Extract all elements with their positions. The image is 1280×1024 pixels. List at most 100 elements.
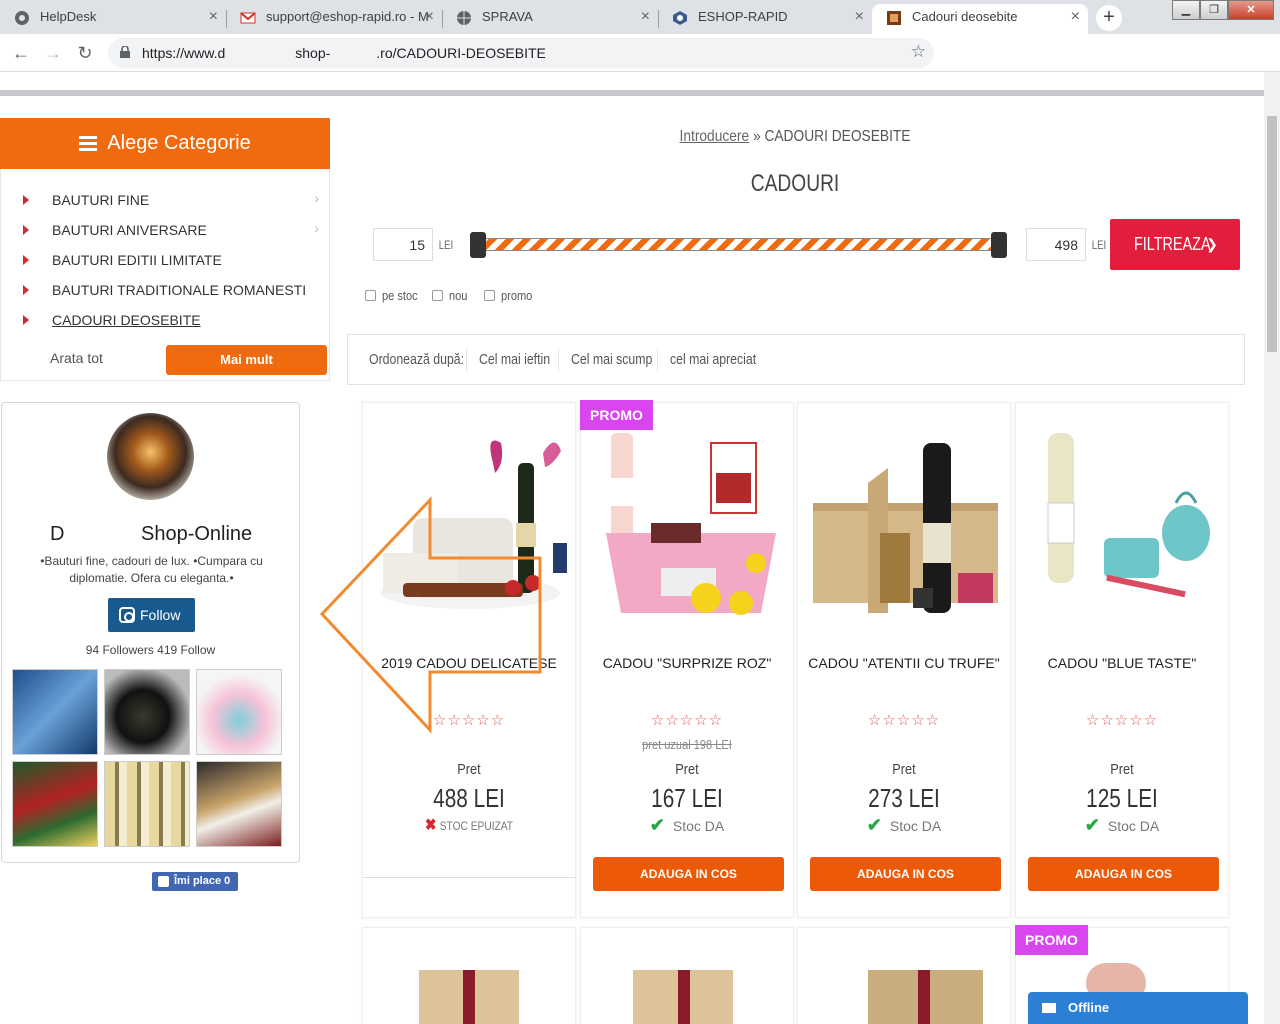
old-price: pret uzual 198 LEI	[642, 737, 732, 752]
product-card[interactable]	[362, 927, 576, 1024]
maximize-button[interactable]: ❐	[1200, 0, 1228, 20]
gmail-icon	[240, 12, 256, 24]
scrollbar-thumb[interactable]	[1267, 116, 1277, 352]
add-to-cart-button[interactable]: ADAUGA IN COS	[593, 857, 784, 891]
window-close-button[interactable]: ✕	[1228, 0, 1274, 20]
filter-new[interactable]: nou	[432, 288, 471, 303]
price-max-input[interactable]: 498	[1026, 228, 1086, 261]
browser-tab-eshop-rapid[interactable]: ESHOP-RAPID ×	[658, 4, 872, 34]
category-item-bauturi-fine[interactable]: BAUTURI FINE ›	[1, 185, 329, 215]
new-tab-button[interactable]: +	[1096, 5, 1122, 31]
chevron-right-icon[interactable]: ›	[314, 190, 319, 206]
product-name[interactable]: CADOU "BLUE TASTE"	[1016, 655, 1228, 671]
price-label: Pret	[457, 761, 481, 778]
instagram-avatar[interactable]	[107, 413, 194, 500]
product-card[interactable]: CADOU "SURPRIZE ROZ" ☆☆☆☆☆ pret uzual 19…	[580, 402, 794, 918]
checkbox[interactable]	[365, 290, 376, 301]
sort-most-appreciated[interactable]: cel mai apreciat	[670, 351, 756, 368]
price-label: Pret	[675, 761, 699, 778]
close-tab-icon[interactable]: ×	[425, 4, 434, 30]
breadcrumb-home-link[interactable]: Introducere	[680, 128, 750, 145]
forward-arrow-icon[interactable]: →	[40, 40, 66, 66]
filter-promo[interactable]: promo	[484, 288, 538, 303]
product-image[interactable]	[591, 423, 785, 633]
helpdesk-globe-icon	[15, 11, 29, 25]
chat-offline-button[interactable]: Offline	[1028, 992, 1248, 1024]
rating-stars[interactable]: ☆☆☆☆☆	[1016, 711, 1228, 729]
tab-title: Cadouri deosebite	[912, 9, 1018, 24]
more-button[interactable]: Mai mult	[166, 345, 327, 375]
minimize-button[interactable]: ▁	[1172, 0, 1200, 20]
facebook-like-button[interactable]: Îmi place 0	[152, 872, 238, 891]
sort-cheapest[interactable]: Cel mai ieftin	[479, 351, 550, 368]
browser-tab-helpdesk[interactable]: HelpDesk ×	[0, 4, 226, 34]
browser-tab-sprava[interactable]: SPRAVA ×	[442, 4, 658, 34]
price-min-input[interactable]: 15	[373, 228, 433, 261]
checkmark-icon: ✔	[649, 815, 665, 835]
checkbox[interactable]	[432, 290, 443, 301]
card-divider	[363, 877, 575, 878]
product-image[interactable]	[1026, 423, 1220, 633]
browser-tab-cadouri[interactable]: Cadouri deosebite ×	[872, 4, 1088, 34]
instagram-photo[interactable]	[196, 761, 282, 847]
reload-icon[interactable]: ↻	[72, 40, 98, 66]
rating-stars[interactable]: ☆☆☆☆☆	[581, 711, 793, 729]
url-bar[interactable]: https://www.d shop- .ro/CADOURI-DEOSEBITE …	[108, 38, 934, 68]
product-card[interactable]: CADOU "ATENTII CU TRUFE" ☆☆☆☆☆ Pret 273 …	[797, 402, 1011, 918]
add-to-cart-button[interactable]: ADAUGA IN COS	[810, 857, 1001, 891]
checkbox[interactable]	[484, 290, 495, 301]
instagram-name: Shop-Online	[141, 523, 253, 545]
breadcrumb-current: CADOURI DEOSEBITE	[764, 128, 911, 145]
product-name[interactable]: CADOU "ATENTII CU TRUFE"	[798, 655, 1010, 671]
category-header[interactable]: Alege Categorie	[0, 118, 330, 169]
product-card[interactable]	[797, 927, 1011, 1024]
promo-badge: PROMO	[1015, 925, 1088, 955]
chevron-right-icon[interactable]: ›	[314, 220, 319, 236]
product-card[interactable]: CADOU "BLUE TASTE" ☆☆☆☆☆ Pret 125 LEI ✔ S…	[1015, 402, 1229, 918]
close-tab-icon[interactable]: ×	[209, 4, 218, 30]
instagram-photo[interactable]	[104, 669, 190, 755]
instagram-photo[interactable]	[12, 669, 98, 755]
web-page: Alege Categorie BAUTURI FINE › BAUTURI A…	[0, 72, 1264, 1024]
close-tab-icon[interactable]: ×	[855, 4, 864, 30]
browser-tab-gmail[interactable]: support@eshop-rapid.ro - M ×	[226, 4, 442, 34]
price-range-slider[interactable]	[471, 238, 1006, 251]
category-item-bauturi-aniversare[interactable]: BAUTURI ANIVERSARE ›	[1, 215, 329, 245]
category-item-bauturi-traditionale[interactable]: BAUTURI TRADITIONALE ROMANESTI	[1, 275, 329, 305]
category-item-cadouri-deosebite[interactable]: CADOURI DEOSEBITE	[1, 305, 329, 335]
instagram-widget: D Shop-Online •Bauturi fine, cadouri de …	[1, 402, 300, 863]
filter-in-stock[interactable]: pe stoc	[365, 288, 424, 303]
breadcrumb: Introducere » CADOURI DEOSEBITE	[679, 128, 911, 145]
slider-min-handle[interactable]	[470, 232, 486, 258]
bookmark-star-icon[interactable]: ☆	[911, 42, 926, 62]
rating-stars[interactable]: ☆☆☆☆☆	[798, 711, 1010, 729]
close-tab-icon[interactable]: ×	[1071, 4, 1080, 30]
product-card[interactable]	[580, 927, 794, 1024]
price-label: Pret	[1110, 761, 1134, 778]
add-to-cart-button[interactable]: ADAUGA IN COS	[1028, 857, 1219, 891]
promo-badge: PROMO	[580, 400, 653, 430]
instagram-follow-button[interactable]: Follow	[108, 598, 195, 632]
tab-title: support@eshop-rapid.ro - M	[266, 9, 429, 24]
bullet-triangle-icon	[23, 285, 29, 295]
envelope-icon	[1042, 1003, 1056, 1013]
show-all-link[interactable]: Arata tot	[50, 350, 103, 366]
close-tab-icon[interactable]: ×	[641, 4, 650, 30]
page-title: CADOURI	[750, 170, 840, 197]
instagram-bio: •Bauturi fine, cadouri de lux. •Cumpara …	[40, 554, 263, 585]
instagram-photo[interactable]	[196, 669, 282, 755]
product-image[interactable]	[808, 423, 1002, 633]
checkmark-icon: ✔	[866, 815, 882, 835]
product-name[interactable]: CADOU "SURPRIZE ROZ"	[581, 655, 793, 671]
slider-max-handle[interactable]	[991, 232, 1007, 258]
page-scrollbar[interactable]	[1264, 72, 1280, 1024]
instagram-photo[interactable]	[12, 761, 98, 847]
category-item-bauturi-editii-limitate[interactable]: BAUTURI EDITII LIMITATE	[1, 245, 329, 275]
filter-button[interactable]: FILTREAZA ❯	[1110, 219, 1240, 270]
tab-title: ESHOP-RAPID	[698, 9, 788, 24]
instagram-name-prefix: D	[50, 523, 65, 545]
instagram-photo[interactable]	[104, 761, 190, 847]
back-arrow-icon[interactable]: ←	[8, 40, 34, 66]
chevron-down-icon: ❯	[1206, 236, 1218, 252]
sort-most-expensive[interactable]: Cel mai scump	[571, 351, 652, 368]
